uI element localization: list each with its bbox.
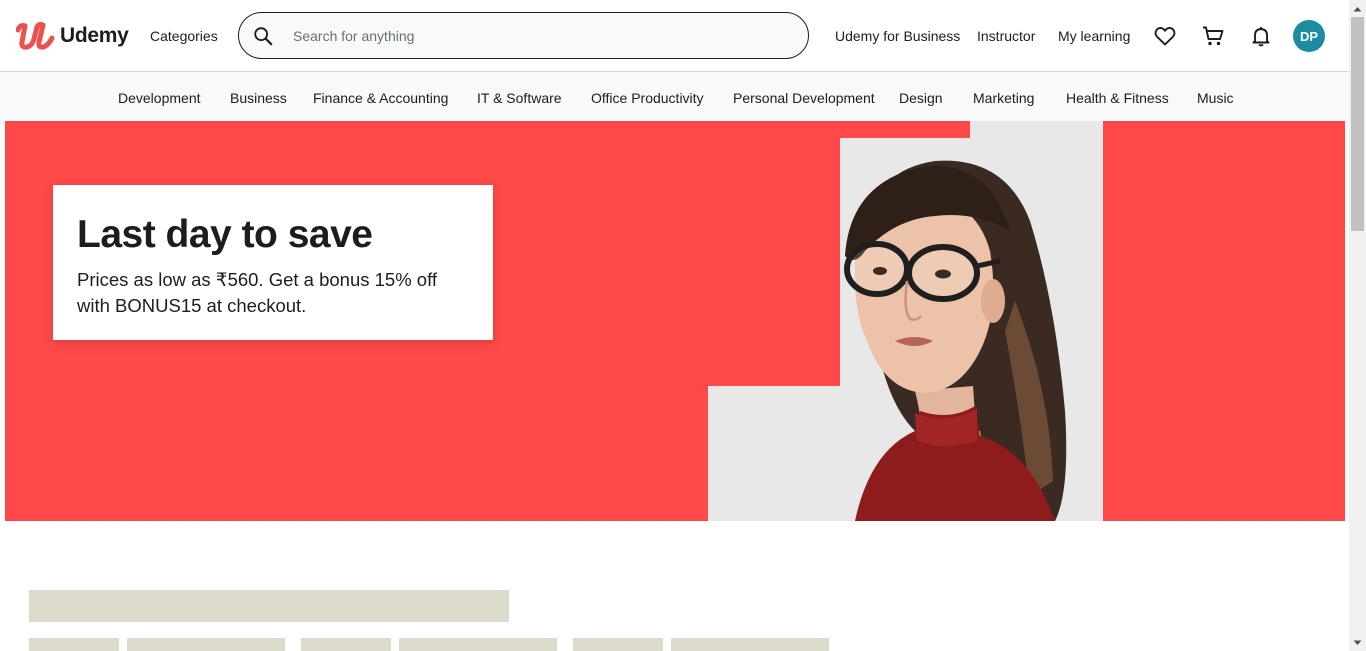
skeleton-heading xyxy=(29,590,509,622)
my-learning-link[interactable]: My learning xyxy=(1058,28,1130,44)
category-office-productivity[interactable]: Office Productivity xyxy=(591,90,704,106)
scroll-up-arrow-icon[interactable] xyxy=(1349,0,1366,17)
category-design[interactable]: Design xyxy=(899,90,943,106)
skeleton-tab xyxy=(29,638,119,651)
category-personal-development[interactable]: Personal Development xyxy=(733,90,875,106)
promo-card: Last day to save Prices as low as ₹560. … xyxy=(53,185,493,340)
search-bar xyxy=(238,12,809,59)
skeleton-tab xyxy=(671,638,829,651)
heart-icon[interactable] xyxy=(1153,24,1177,48)
instructor-link[interactable]: Instructor xyxy=(977,28,1035,44)
udemy-logo[interactable]: Udemy xyxy=(16,19,129,53)
skeleton-tab xyxy=(127,638,285,651)
promo-title: Last day to save xyxy=(77,213,373,256)
hero-banner[interactable]: Last day to save Prices as low as ₹560. … xyxy=(5,121,1345,521)
promo-description: Prices as low as ₹560. Get a bonus 15% o… xyxy=(77,269,438,316)
skeleton-tab xyxy=(399,638,557,651)
category-music[interactable]: Music xyxy=(1197,90,1234,106)
category-nav-bar: Development Business Finance & Accountin… xyxy=(0,72,1349,121)
scrollbar-thumb[interactable] xyxy=(1351,17,1364,231)
user-avatar[interactable]: DP xyxy=(1293,20,1325,52)
brand-name: Udemy xyxy=(60,24,129,47)
categories-menu[interactable]: Categories xyxy=(150,28,218,44)
hero-decor-tab xyxy=(840,121,970,138)
category-marketing[interactable]: Marketing xyxy=(973,90,1034,106)
skeleton-tab xyxy=(301,638,391,651)
udemy-for-business-link[interactable]: Udemy for Business xyxy=(835,28,960,44)
category-it-software[interactable]: IT & Software xyxy=(477,90,562,106)
cart-icon[interactable] xyxy=(1201,24,1225,48)
skeleton-tab xyxy=(573,638,663,651)
bell-icon[interactable] xyxy=(1249,24,1273,48)
udemy-logo-icon xyxy=(16,21,55,50)
category-development[interactable]: Development xyxy=(118,90,201,106)
scroll-down-arrow-icon[interactable] xyxy=(1349,634,1366,651)
search-icon[interactable] xyxy=(252,25,274,47)
category-business[interactable]: Business xyxy=(230,90,287,106)
top-header: Udemy Categories Udemy for Business Inst… xyxy=(0,0,1349,72)
search-input[interactable] xyxy=(291,26,775,45)
page-scrollbar[interactable] xyxy=(1349,0,1366,651)
category-health-fitness[interactable]: Health & Fitness xyxy=(1066,90,1169,106)
category-finance-accounting[interactable]: Finance & Accounting xyxy=(313,90,448,106)
hero-person-image xyxy=(844,160,1067,521)
